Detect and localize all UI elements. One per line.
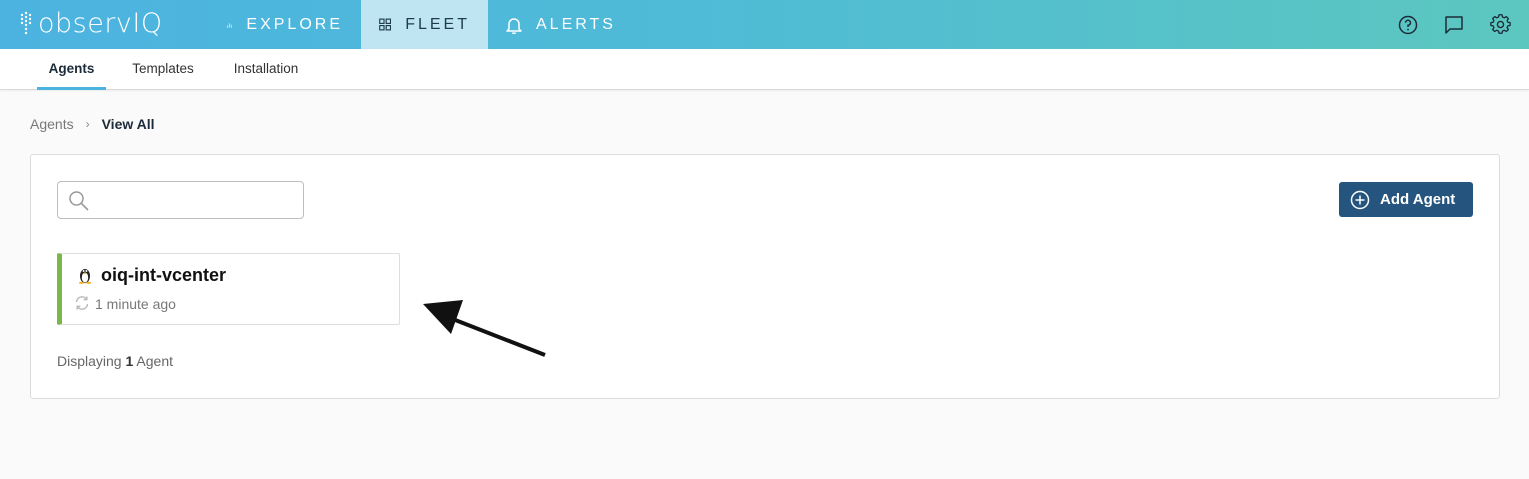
top-bar: observIQ EXPLORE FLEET ALERTS <box>0 0 1529 49</box>
settings-button[interactable] <box>1489 14 1511 36</box>
plus-circle-icon <box>1350 190 1370 209</box>
nav-explore[interactable]: EXPLORE <box>208 0 361 49</box>
sub-tabs: Agents Templates Installation <box>0 49 1529 90</box>
nav-explore-label: EXPLORE <box>246 15 343 33</box>
chevron-right-icon: › <box>85 117 90 131</box>
top-right-icons <box>1397 0 1511 49</box>
nav-fleet-label: FLEET <box>405 15 470 33</box>
search-box[interactable] <box>57 181 304 219</box>
agent-card[interactable]: oiq-int-vcenter 1 minute ago <box>57 253 400 325</box>
breadcrumb-current: View All <box>101 116 155 132</box>
tab-agents[interactable]: Agents <box>37 49 106 90</box>
logo-text: observIQ <box>38 8 163 39</box>
agent-count-number: 1 <box>125 353 134 369</box>
search-icon <box>69 191 89 211</box>
feedback-button[interactable] <box>1443 14 1465 36</box>
nav-alerts-label: ALERTS <box>536 15 616 33</box>
nav-alerts[interactable]: ALERTS <box>488 0 634 49</box>
annotation-arrow-icon <box>423 300 546 357</box>
agent-count: Displaying 1 Agent <box>57 353 173 369</box>
agent-last-seen: 1 minute ago <box>95 296 176 312</box>
bell-icon <box>506 17 522 34</box>
grid-icon <box>379 18 392 31</box>
add-agent-label: Add Agent <box>1380 191 1456 208</box>
help-icon <box>1398 15 1418 34</box>
linux-penguin-icon <box>79 269 91 284</box>
nav-fleet[interactable]: FLEET <box>361 0 488 49</box>
logo[interactable]: observIQ <box>18 6 163 42</box>
sync-icon <box>75 296 89 310</box>
agent-count-prefix: Displaying <box>57 353 122 369</box>
app-window: observIQ EXPLORE FLEET ALERTS Agents Tem… <box>0 0 1529 479</box>
add-agent-button[interactable]: Add Agent <box>1339 182 1473 217</box>
agent-count-suffix: Agent <box>136 353 173 369</box>
agent-name: oiq-int-vcenter <box>101 265 227 285</box>
tab-installation[interactable]: Installation <box>222 49 310 90</box>
breadcrumb-agents-link[interactable]: Agents <box>30 116 74 132</box>
chat-icon <box>1445 15 1463 34</box>
logo-mark-icon <box>20 11 32 35</box>
bar-chart-icon <box>226 22 232 28</box>
agents-panel: Add Agent oiq-int-vcenter 1 minute ago D… <box>30 154 1500 399</box>
help-button[interactable] <box>1397 14 1419 36</box>
gear-icon <box>1489 14 1511 34</box>
main-nav: EXPLORE FLEET ALERTS <box>208 0 634 49</box>
tab-templates[interactable]: Templates <box>122 49 204 90</box>
breadcrumb: Agents › View All <box>30 116 155 132</box>
search-input[interactable] <box>98 186 298 214</box>
